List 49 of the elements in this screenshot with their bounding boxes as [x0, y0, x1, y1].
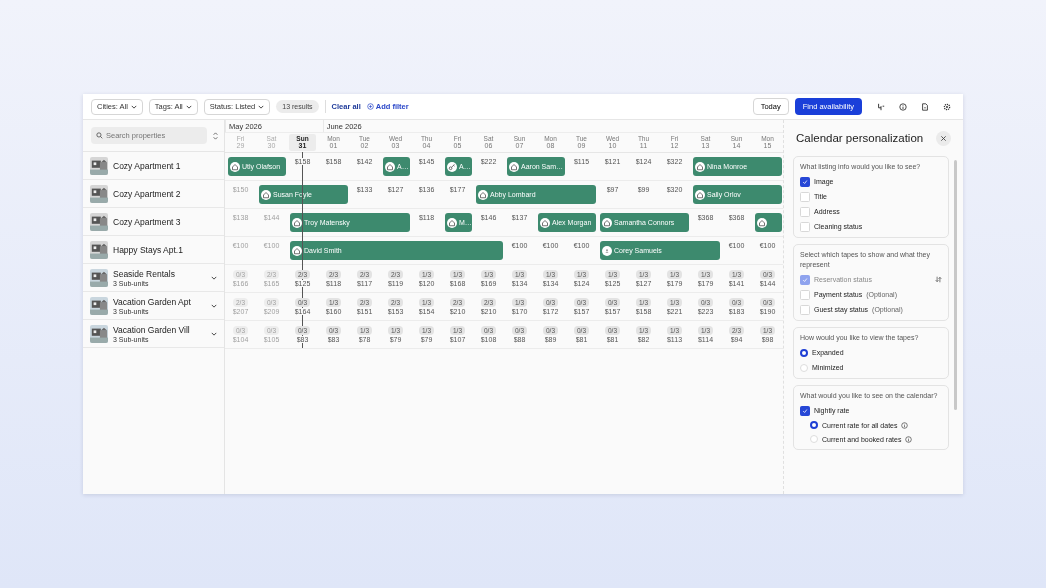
close-icon: [940, 134, 947, 142]
house-icon: [695, 161, 705, 172]
key-icon: [447, 161, 457, 172]
house-icon: [261, 189, 271, 200]
house-icon: [292, 245, 302, 256]
panel-title: Calendar personalization: [796, 132, 925, 144]
chevron-icon[interactable]: [211, 275, 217, 280]
house-icon: [540, 217, 550, 228]
chevron-icon[interactable]: [211, 331, 217, 336]
close-button[interactable]: [936, 130, 951, 146]
plus-icon: [366, 103, 374, 110]
document-icon[interactable]: [921, 102, 929, 111]
caret-icon: [258, 104, 265, 109]
person-icon: [602, 245, 612, 256]
property-name[interactable]: Vacation Garden Apt: [113, 296, 206, 307]
property-name[interactable]: Cozy Apartment 1: [113, 160, 217, 171]
radio-button[interactable]: [810, 421, 818, 429]
info-icon[interactable]: [905, 435, 913, 443]
check-icon: [802, 178, 808, 185]
property-name[interactable]: Happy Stays Apt.1: [113, 244, 217, 255]
caret-icon: [130, 104, 137, 109]
radio-button[interactable]: [800, 348, 808, 357]
chevron-icon[interactable]: [211, 303, 217, 308]
house-icon: [292, 217, 302, 228]
reservation-bar[interactable]: [755, 213, 782, 232]
house-icon: [602, 217, 612, 228]
property-name[interactable]: Vacation Garden Vill: [113, 324, 206, 335]
info-icon[interactable]: [901, 421, 909, 429]
settings-icon[interactable]: [943, 102, 951, 111]
house-icon: [757, 217, 767, 228]
checkbox[interactable]: [800, 176, 810, 187]
check-icon: [802, 276, 808, 283]
property-name[interactable]: Cozy Apartment 2: [113, 188, 217, 199]
check-icon: [802, 407, 808, 414]
property-name[interactable]: Cozy Apartment 3: [113, 216, 217, 227]
house-icon: [695, 189, 705, 200]
checkbox[interactable]: [800, 405, 810, 416]
house-icon: [447, 217, 457, 228]
house-icon: [385, 161, 395, 172]
house-icon: [230, 161, 240, 172]
search-icon: [96, 132, 103, 139]
house-icon: [478, 189, 488, 200]
scrollbar[interactable]: [954, 160, 957, 410]
sort-icon[interactable]: [213, 131, 218, 140]
house-icon: [509, 161, 519, 172]
caret-icon: [185, 104, 192, 109]
info-icon[interactable]: [899, 102, 907, 111]
adjust-icon[interactable]: [877, 102, 885, 111]
property-name[interactable]: Seaside Rentals: [113, 268, 206, 279]
